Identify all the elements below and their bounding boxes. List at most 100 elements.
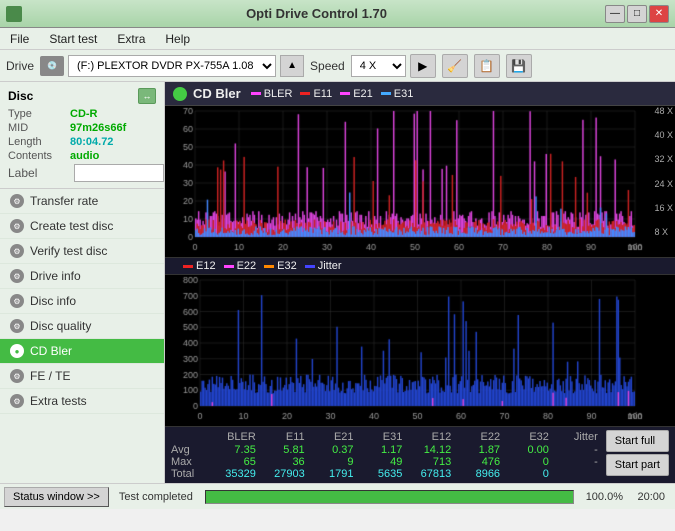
stats-section: BLER E11 E21 E31 E12 E22 E32 Jitter Avg … (165, 427, 675, 483)
nav-icon-drive-info: ⚙ (10, 269, 24, 283)
minimize-button[interactable]: — (605, 5, 625, 23)
window-title: Opti Drive Control 1.70 (28, 6, 605, 21)
save-button[interactable]: 💾 (506, 54, 532, 78)
disc-type-value: CD-R (70, 108, 98, 120)
disc-length-row: Length 80:04.72 (8, 136, 156, 148)
close-button[interactable]: ✕ (649, 5, 669, 23)
legend-e12: E12 (183, 260, 216, 272)
legend-color-e11 (300, 92, 310, 95)
disc-length-value: 80:04.72 (70, 136, 113, 148)
eject-button[interactable]: ▲ (280, 55, 304, 77)
menu-start-test[interactable]: Start test (45, 31, 101, 47)
stats-header-row: BLER E11 E21 E31 E12 E22 E32 Jitter (171, 430, 600, 444)
legend-e31: E31 (381, 88, 414, 100)
disc-type-row: Type CD-R (8, 108, 156, 120)
window-controls: — □ ✕ (605, 5, 669, 23)
status-text: Test completed (113, 491, 199, 503)
menu-file[interactable]: File (6, 31, 33, 47)
start-part-button[interactable]: Start part (606, 454, 669, 476)
disc-contents-value: audio (70, 150, 99, 162)
nav-fe-te[interactable]: ⚙ FE / TE (0, 364, 164, 389)
nav-icon-cd-bler: ● (10, 344, 24, 358)
chart1-header: CD Bler BLER E11 E21 E31 (165, 82, 675, 106)
legend-color-e22 (224, 265, 234, 268)
maximize-button[interactable]: □ (627, 5, 647, 23)
nav-transfer-rate[interactable]: ⚙ Transfer rate (0, 189, 164, 214)
time-text: 20:00 (627, 491, 669, 503)
legend-color-bler (251, 92, 261, 95)
chart1-title: CD Bler (193, 86, 241, 101)
chart2-canvas (165, 275, 675, 426)
nav-icon-transfer: ⚙ (10, 194, 24, 208)
drive-icon: 💿 (40, 56, 64, 76)
legend-color-e32 (264, 265, 274, 268)
speed-label: Speed (310, 59, 345, 73)
legend-e32: E32 (264, 260, 297, 272)
legend-e21: E21 (340, 88, 373, 100)
nav-disc-quality[interactable]: ⚙ Disc quality (0, 314, 164, 339)
legend-color-jitter (305, 265, 315, 268)
disc-label-row: Label ⚙ (8, 164, 156, 182)
speed-dropdown[interactable]: 4 X (351, 55, 406, 77)
app-icon (6, 6, 22, 22)
right-panel: CD Bler BLER E11 E21 E31 (165, 82, 675, 483)
copy-button[interactable]: 📋 (474, 54, 500, 78)
legend-e22: E22 (224, 260, 257, 272)
main-area: Disc ↔ Type CD-R MID 97m26s66f Length 80… (0, 82, 675, 483)
drive-select-area: 💿 (F:) PLEXTOR DVDR PX-755A 1.08 ▲ (40, 55, 304, 77)
progress-area: 100.0% 20:00 (199, 490, 675, 504)
legend-color-e31 (381, 92, 391, 95)
drive-label: Drive (6, 59, 34, 73)
speed-area: 4 X ▶ (351, 54, 436, 78)
nav-verify-test-disc[interactable]: ⚙ Verify test disc (0, 239, 164, 264)
chart2-legend: E12 E22 E32 Jitter (183, 260, 342, 272)
legend-jitter: Jitter (305, 260, 342, 272)
stats-buttons: Start full Start part (606, 430, 669, 476)
chart2-area (165, 275, 675, 427)
menu-extra[interactable]: Extra (113, 31, 149, 47)
menubar: File Start test Extra Help (0, 28, 675, 50)
start-full-button[interactable]: Start full (606, 430, 669, 452)
disc-title: Disc (8, 89, 33, 103)
chart1-canvas (165, 106, 675, 257)
menu-help[interactable]: Help (161, 31, 194, 47)
disc-section: Disc ↔ Type CD-R MID 97m26s66f Length 80… (0, 82, 164, 189)
nav-icon-fe-te: ⚙ (10, 369, 24, 383)
stats-avg-row: Avg 7.35 5.81 0.37 1.17 14.12 1.87 0.00 … (171, 444, 600, 456)
erase-button[interactable]: 🧹 (442, 54, 468, 78)
chart1-area: 48 X 40 X 32 X 24 X 16 X 8 X (165, 106, 675, 258)
chart2-header: E12 E22 E32 Jitter (165, 258, 675, 275)
label-input[interactable] (74, 164, 164, 182)
drive-dropdown[interactable]: (F:) PLEXTOR DVDR PX-755A 1.08 (68, 55, 276, 77)
disc-header: Disc ↔ (8, 88, 156, 104)
nav-cd-bler[interactable]: ● CD Bler (0, 339, 164, 364)
progress-text: 100.0% (578, 491, 623, 503)
status-window-button[interactable]: Status window >> (4, 487, 109, 507)
disc-contents-row: Contents audio (8, 150, 156, 162)
speed-go-button[interactable]: ▶ (410, 54, 436, 78)
stats-content: BLER E11 E21 E31 E12 E22 E32 Jitter Avg … (171, 430, 669, 480)
nav-icon-disc-quality: ⚙ (10, 319, 24, 333)
stats-total-row: Total 35329 27903 1791 5635 67813 8966 0 (171, 468, 600, 480)
legend-color-e21 (340, 92, 350, 95)
nav-disc-info[interactable]: ⚙ Disc info (0, 289, 164, 314)
disc-mid-value: 97m26s66f (70, 122, 126, 134)
chart1-legend: BLER E11 E21 E31 (251, 88, 414, 100)
progress-bar-fill (206, 491, 573, 503)
nav-extra-tests[interactable]: ⚙ Extra tests (0, 389, 164, 414)
legend-bler: BLER (251, 88, 293, 100)
disc-mid-row: MID 97m26s66f (8, 122, 156, 134)
nav-icon-verify: ⚙ (10, 244, 24, 258)
progress-bar-background (205, 490, 574, 504)
legend-color-e12 (183, 265, 193, 268)
stats-table: BLER E11 E21 E31 E12 E22 E32 Jitter Avg … (171, 430, 600, 480)
nav-create-test-disc[interactable]: ⚙ Create test disc (0, 214, 164, 239)
nav-icon-disc-info: ⚙ (10, 294, 24, 308)
titlebar: Opti Drive Control 1.70 — □ ✕ (0, 0, 675, 28)
statusbar: Status window >> Test completed 100.0% 2… (0, 483, 675, 509)
disc-arrow-button[interactable]: ↔ (138, 88, 156, 104)
chart1-icon (173, 87, 187, 101)
nav-icon-extra-tests: ⚙ (10, 394, 24, 408)
nav-drive-info[interactable]: ⚙ Drive info (0, 264, 164, 289)
toolbar: Drive 💿 (F:) PLEXTOR DVDR PX-755A 1.08 ▲… (0, 50, 675, 82)
